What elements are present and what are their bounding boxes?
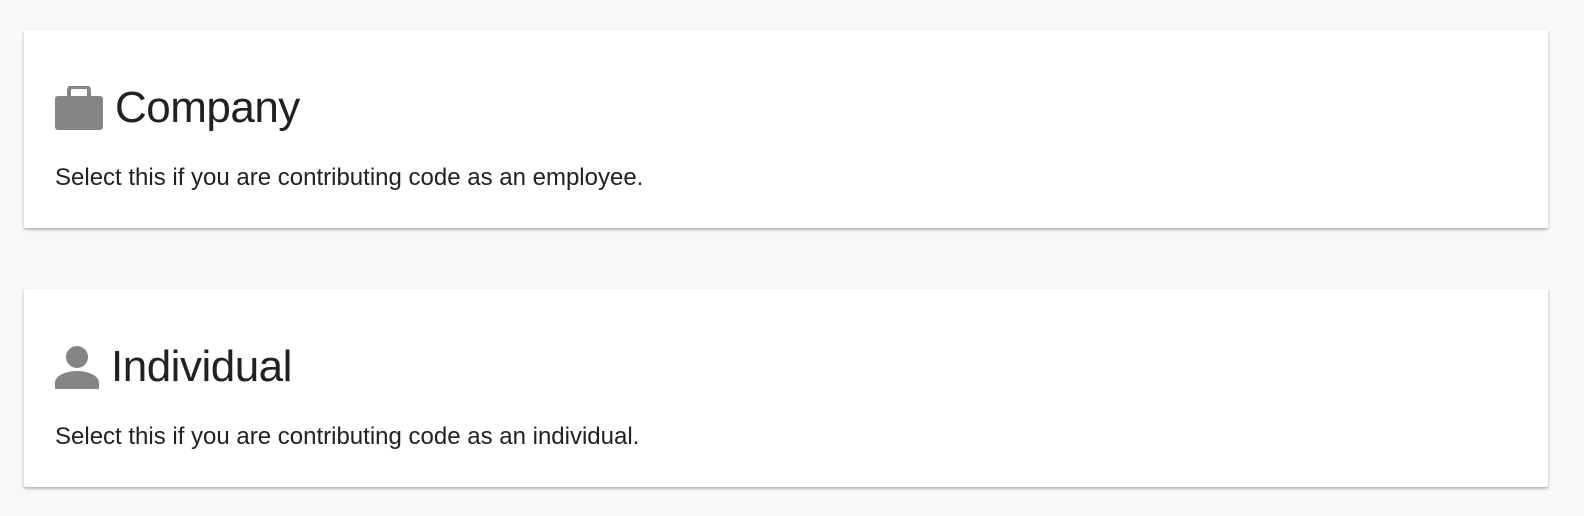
company-option-title-row: Company — [55, 82, 300, 134]
individual-option-title: Individual — [111, 342, 292, 391]
company-option-card[interactable]: Company Select this if you are contribut… — [24, 30, 1548, 228]
person-icon — [55, 345, 99, 389]
company-option-description: Select this if you are contributing code… — [55, 164, 644, 191]
individual-option-title-row: Individual — [55, 341, 292, 393]
company-option-title: Company — [115, 83, 300, 132]
briefcase-icon — [55, 86, 103, 130]
individual-option-card[interactable]: Individual Select this if you are contri… — [24, 289, 1548, 487]
individual-option-description: Select this if you are contributing code… — [55, 423, 640, 450]
